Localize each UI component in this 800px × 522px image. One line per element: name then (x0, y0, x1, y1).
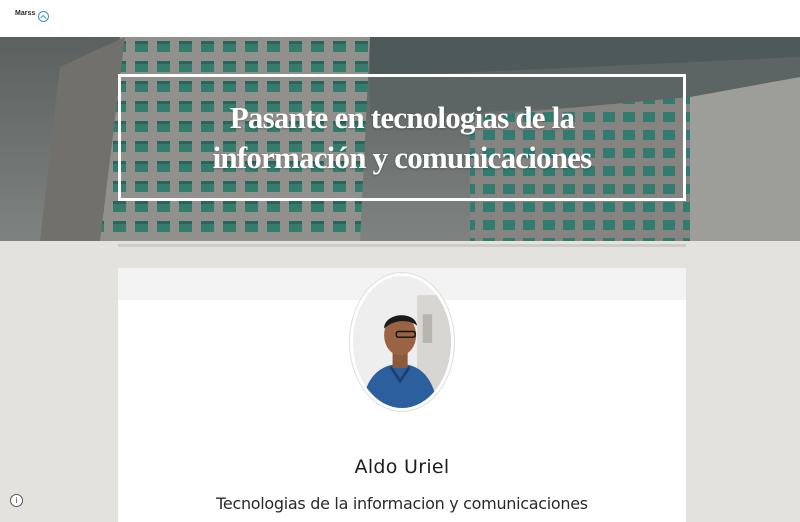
logo-text: Marss (15, 10, 36, 17)
page-title: Pasante en tecnologias de la información… (212, 99, 593, 175)
hero-title-frame: Pasante en tecnologias de la información… (118, 74, 686, 201)
house-circle-icon (38, 11, 50, 22)
avatar (350, 273, 454, 411)
info-icon[interactable]: i (10, 494, 23, 507)
profile-role: Tecnologias de la informacion y comunica… (216, 494, 588, 513)
top-bar: Marss (0, 0, 800, 37)
hero-banner: Pasante en tecnologias de la información… (0, 37, 800, 241)
profile-photo (353, 276, 451, 408)
site-logo[interactable]: Marss (15, 9, 50, 22)
profile-name: Aldo Uriel (354, 456, 450, 478)
hero-divider (118, 244, 686, 247)
